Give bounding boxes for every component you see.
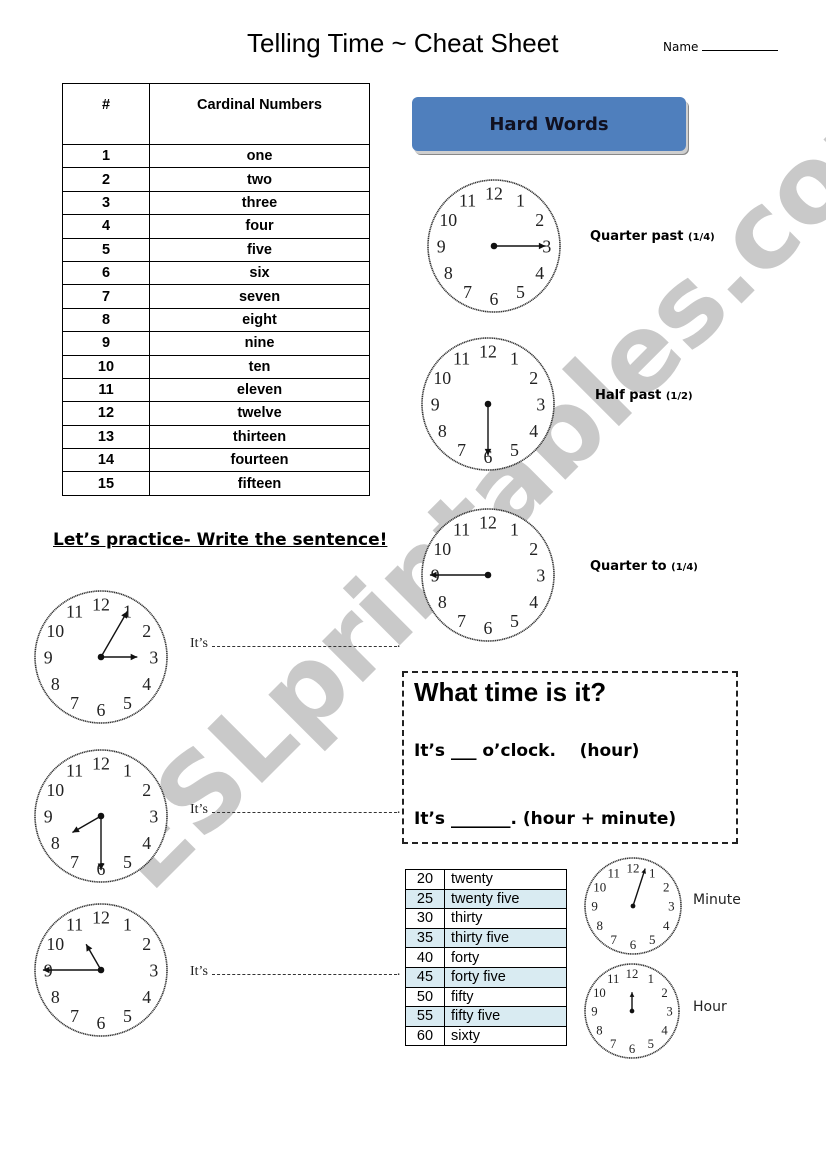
clock-numeral: 1 bbox=[123, 761, 132, 781]
clock-numeral: 9 bbox=[44, 647, 53, 667]
clock-numeral: 3 bbox=[536, 565, 545, 585]
clock-numeral: 2 bbox=[142, 780, 151, 800]
clock-numeral: 10 bbox=[433, 368, 451, 388]
hour-example-clock: 12 12 3 45678 9 1011 bbox=[584, 963, 680, 1059]
quarter-to-clock: 121234567891011 bbox=[421, 508, 555, 642]
quarter-past-clock: 12 1234567891011 bbox=[427, 179, 561, 313]
clock-numeral: 4 bbox=[661, 1023, 668, 1037]
clock-numeral: 7 bbox=[70, 1006, 79, 1026]
clock-numeral: 10 bbox=[439, 210, 457, 230]
clock-numeral: 10 bbox=[46, 934, 64, 954]
clock-numeral: 5 bbox=[516, 282, 525, 302]
clock-numeral: 5 bbox=[123, 1006, 132, 1026]
clock-numeral: 7 bbox=[70, 693, 79, 713]
clock-numeral: 3 bbox=[536, 394, 545, 414]
clock-numeral: 2 bbox=[142, 934, 151, 954]
clock-numeral: 12 bbox=[479, 342, 497, 362]
clock-numeral: 4 bbox=[529, 592, 538, 612]
clock-numeral: 6 bbox=[97, 1013, 106, 1033]
clock-numeral: 11 bbox=[459, 191, 476, 211]
clock-numeral: 7 bbox=[457, 611, 466, 631]
clock-numeral: 1 bbox=[648, 972, 654, 986]
practice-clock-2: 121234567891011 bbox=[34, 749, 168, 883]
clock-numeral: 8 bbox=[444, 263, 453, 283]
clock-numeral: 5 bbox=[648, 1037, 654, 1051]
clock-numeral: 12 bbox=[485, 184, 503, 204]
clock-numeral: 7 bbox=[610, 1037, 616, 1051]
clock-numeral: 6 bbox=[490, 289, 499, 309]
clock-numeral: 11 bbox=[453, 520, 470, 540]
clock-numeral: 4 bbox=[663, 918, 670, 933]
clock-numeral: 8 bbox=[597, 918, 603, 933]
clock-numeral: 3 bbox=[666, 1005, 672, 1019]
practice-clock-3: 121234567891011 bbox=[34, 903, 168, 1037]
clock-numeral: 10 bbox=[593, 879, 606, 894]
clock-numeral: 10 bbox=[433, 539, 451, 559]
clock-numeral: 11 bbox=[66, 761, 83, 781]
clock-numeral: 4 bbox=[142, 674, 151, 694]
clock-numeral: 4 bbox=[529, 421, 538, 441]
clock-numeral: 8 bbox=[51, 987, 60, 1007]
clock-numeral: 5 bbox=[123, 693, 132, 713]
clock-numeral: 8 bbox=[51, 833, 60, 853]
clock-numeral: 10 bbox=[593, 986, 606, 1000]
clock-numeral: 2 bbox=[535, 210, 544, 230]
clock-numeral: 10 bbox=[46, 780, 64, 800]
practice-clock-1: 12 1234567891011 bbox=[34, 590, 168, 724]
clock-numeral: 8 bbox=[51, 674, 60, 694]
clock-numeral: 6 bbox=[97, 700, 106, 720]
clock-numeral: 6 bbox=[630, 937, 637, 952]
clock-numeral: 9 bbox=[591, 1005, 597, 1019]
clock-numeral: 12 bbox=[92, 595, 110, 615]
clock-numeral: 11 bbox=[66, 915, 83, 935]
clock-numeral: 12 bbox=[92, 754, 110, 774]
clock-numeral: 8 bbox=[438, 592, 447, 612]
clock-numeral: 7 bbox=[463, 282, 472, 302]
clock-numeral: 9 bbox=[591, 899, 597, 914]
clock-numeral: 3 bbox=[149, 960, 158, 980]
clock-numeral: 2 bbox=[663, 879, 669, 894]
clock-numeral: 10 bbox=[46, 621, 64, 641]
clock-numeral: 7 bbox=[611, 932, 618, 947]
clock-numeral: 1 bbox=[649, 865, 655, 880]
clock-numeral: 12 bbox=[627, 860, 640, 875]
minute-example-clock: 12 12 3 456789 1011 bbox=[584, 857, 682, 955]
clock-numeral: 5 bbox=[510, 611, 519, 631]
clock-numeral: 9 bbox=[437, 236, 446, 256]
clock-numeral: 11 bbox=[66, 602, 83, 622]
clock-numeral: 3 bbox=[149, 647, 158, 667]
clock-numeral: 4 bbox=[142, 987, 151, 1007]
half-past-clock: 12 1234567891011 bbox=[421, 337, 555, 471]
clock-numeral: 1 bbox=[510, 520, 519, 540]
clock-numeral: 2 bbox=[529, 539, 538, 559]
clock-numeral: 3 bbox=[668, 899, 674, 914]
clock-numeral: 2 bbox=[529, 368, 538, 388]
clock-numeral: 2 bbox=[661, 986, 667, 1000]
clocks-layer: 12 123456789101112 123456789101112 12345678… bbox=[34, 179, 682, 1059]
clock-numeral: 9 bbox=[431, 394, 440, 414]
clock-numeral: 2 bbox=[142, 621, 151, 641]
clock-numeral: 12 bbox=[479, 513, 497, 533]
clock-numeral: 12 bbox=[626, 967, 639, 981]
clock-numeral: 4 bbox=[535, 263, 544, 283]
clock-numeral: 4 bbox=[142, 833, 151, 853]
clock-numeral: 8 bbox=[438, 421, 447, 441]
clock-numeral: 3 bbox=[149, 806, 158, 826]
clock-numeral: 11 bbox=[607, 972, 619, 986]
clock-numeral: 11 bbox=[453, 349, 470, 369]
clock-numeral: 8 bbox=[596, 1023, 602, 1037]
clock-numeral: 1 bbox=[510, 349, 519, 369]
clock-numeral: 12 bbox=[92, 908, 110, 928]
clock-numeral: 5 bbox=[510, 440, 519, 460]
clock-numeral: 1 bbox=[123, 915, 132, 935]
clock-numeral: 5 bbox=[649, 932, 655, 947]
clock-numeral: 6 bbox=[629, 1042, 635, 1056]
clock-numeral: 7 bbox=[70, 852, 79, 872]
clock-numeral: 5 bbox=[123, 852, 132, 872]
clock-numeral: 7 bbox=[457, 440, 466, 460]
clock-numeral: 9 bbox=[44, 806, 53, 826]
clock-numeral: 11 bbox=[608, 865, 620, 880]
clock-numeral: 1 bbox=[516, 191, 525, 211]
clock-numeral: 6 bbox=[484, 618, 493, 638]
